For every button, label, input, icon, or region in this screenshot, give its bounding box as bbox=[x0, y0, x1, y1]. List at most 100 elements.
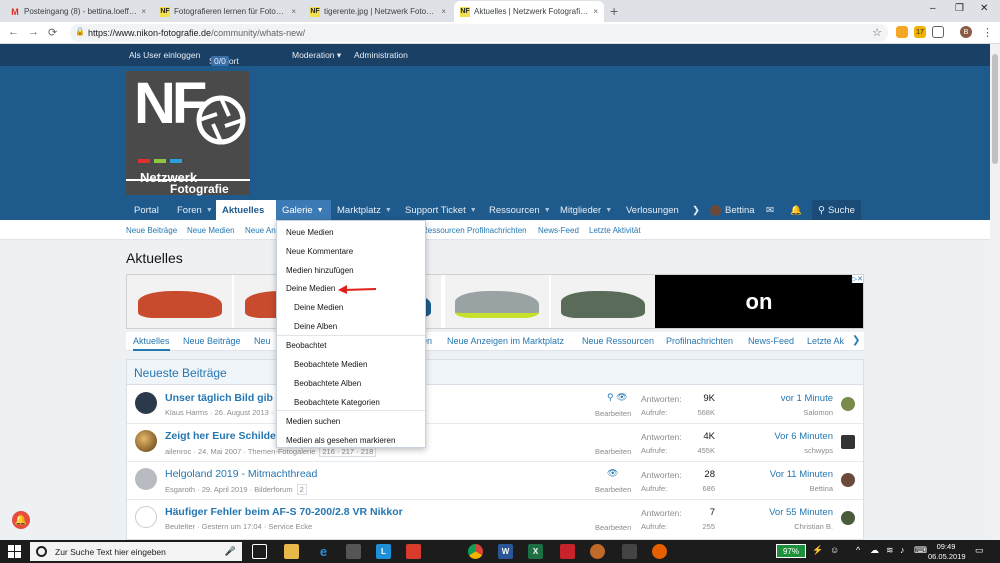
avatar[interactable] bbox=[135, 468, 157, 490]
menu-item-neue-medien[interactable]: Neue Medien bbox=[286, 228, 334, 237]
last-poster[interactable]: Salomon bbox=[737, 408, 833, 417]
keyboard-icon[interactable]: ⌨ bbox=[914, 545, 927, 556]
subnav-ressourcen[interactable]: Ressourcen bbox=[422, 226, 465, 235]
inbox-icon[interactable]: ✉ bbox=[760, 200, 780, 220]
extension-badge-icon[interactable]: 17 bbox=[914, 26, 926, 38]
bookmark-star-icon[interactable]: ☆ bbox=[872, 26, 882, 39]
battery-indicator[interactable]: 97% bbox=[776, 544, 806, 558]
last-poster[interactable]: Christian B. bbox=[737, 522, 833, 531]
edit-link[interactable]: Bearbeiten bbox=[595, 409, 631, 418]
file-explorer-icon[interactable] bbox=[284, 544, 299, 559]
menu-item-medien-als-gesehen[interactable]: Medien als gesehen markieren bbox=[286, 436, 395, 445]
menu-item-beobachtet-header[interactable]: Beobachtet bbox=[286, 341, 326, 350]
last-post-time[interactable]: Vor 6 Minuten bbox=[737, 431, 833, 442]
last-poster[interactable]: Bettina bbox=[737, 484, 833, 493]
moderation-link[interactable]: Moderation ▾ bbox=[292, 50, 341, 61]
nav-verlosungen[interactable]: Verlosungen bbox=[620, 200, 685, 220]
last-poster-avatar[interactable] bbox=[841, 473, 855, 487]
nav-marktplatz[interactable]: Marktplatz ▼ bbox=[331, 200, 398, 220]
app-icon[interactable] bbox=[622, 544, 637, 559]
tab-close-icon[interactable]: × bbox=[141, 7, 146, 16]
menu-item-beobachtete-medien[interactable]: Beobachtete Medien bbox=[294, 360, 367, 369]
tab-letzte-aktivitaet[interactable]: Letzte Ak bbox=[807, 336, 844, 346]
subnav-news-feed[interactable]: News-Feed bbox=[538, 226, 579, 235]
thread-title[interactable]: Zeigt her Eure Schilder bbox=[165, 430, 280, 442]
edit-link[interactable]: Bearbeiten bbox=[595, 447, 631, 456]
tab-aktuelles[interactable]: Aktuelles bbox=[133, 336, 170, 351]
power-icon[interactable]: ⚡ bbox=[812, 545, 823, 556]
adchoices-icon[interactable]: ▷✕ bbox=[851, 275, 863, 283]
tab-news-feed[interactable]: News-Feed bbox=[748, 336, 794, 346]
extension-icon[interactable] bbox=[932, 26, 944, 38]
menu-item-beobachtete-kategorien[interactable]: Beobachtete Kategorien bbox=[294, 398, 380, 407]
maximize-button[interactable]: ❐ bbox=[955, 3, 964, 14]
last-poster-avatar[interactable] bbox=[841, 397, 855, 411]
edge-icon[interactable]: e bbox=[316, 544, 331, 559]
nav-portal[interactable]: Portal bbox=[128, 200, 165, 220]
tab-neue-anzeigen[interactable]: Neue Anzeigen im Marktplatz bbox=[447, 336, 564, 346]
cloud-icon[interactable]: ☁ bbox=[870, 545, 879, 556]
acrobat-icon[interactable] bbox=[560, 544, 575, 559]
app-icon[interactable] bbox=[406, 544, 421, 559]
nav-galerie[interactable]: Galerie ▼ bbox=[276, 200, 331, 220]
firefox-icon[interactable] bbox=[652, 544, 667, 559]
tab-close-icon[interactable]: × bbox=[441, 7, 446, 16]
app-l-icon[interactable]: L bbox=[376, 544, 391, 559]
browser-tab-aktuelles[interactable]: NF Aktuelles | Netzwerk Fotografie - f × bbox=[454, 1, 604, 22]
people-icon[interactable]: ☺ bbox=[830, 545, 839, 555]
windows-start-icon[interactable] bbox=[8, 545, 21, 558]
nav-more-button[interactable]: ❯ bbox=[686, 200, 706, 220]
avatar[interactable] bbox=[135, 392, 157, 414]
tray-overflow-icon[interactable]: ^ bbox=[856, 545, 860, 555]
back-button[interactable]: ← bbox=[8, 26, 19, 38]
subnav-profilnachrichten[interactable]: Profilnachrichten bbox=[467, 226, 527, 235]
forward-button[interactable]: → bbox=[28, 26, 39, 38]
last-post-time[interactable]: Vor 55 Minuten bbox=[737, 507, 833, 518]
page-scrollbar[interactable] bbox=[990, 44, 1000, 540]
tab-neue-beitraege[interactable]: Neue Beiträge bbox=[183, 336, 241, 346]
tab-profilnachrichten[interactable]: Profilnachrichten bbox=[666, 336, 733, 346]
subnav-neue-medien[interactable]: Neue Medien bbox=[187, 226, 235, 235]
subnav-neue-anzeigen[interactable]: Neue An bbox=[245, 226, 276, 235]
action-center-icon[interactable]: ▭ bbox=[975, 545, 984, 556]
browser-tab-gmail[interactable]: M Posteingang (8) - bettina.loeffler × bbox=[4, 1, 152, 22]
scrollbar-thumb[interactable] bbox=[992, 54, 998, 164]
new-tab-button[interactable]: + bbox=[610, 3, 618, 19]
menu-item-medien-hinzufuegen[interactable]: Medien hinzufügen bbox=[286, 266, 354, 275]
menu-item-medien-suchen[interactable]: Medien suchen bbox=[286, 417, 340, 426]
browser-tab-tigerente[interactable]: NF tigerente.jpg | Netzwerk Fotografie × bbox=[304, 1, 452, 22]
volume-icon[interactable]: ♪ bbox=[900, 545, 905, 555]
tab-close-icon[interactable]: × bbox=[291, 7, 296, 16]
task-view-icon[interactable] bbox=[252, 544, 267, 559]
thread-title[interactable]: Häufiger Fehler beim AF-S 70-200/2.8 VR … bbox=[165, 506, 403, 518]
last-poster-avatar[interactable] bbox=[841, 435, 855, 449]
extension-icon[interactable] bbox=[896, 26, 908, 38]
nav-ressourcen[interactable]: Ressourcen ▼ bbox=[483, 200, 557, 220]
menu-item-deine-alben[interactable]: Deine Alben bbox=[294, 322, 337, 331]
app-icon[interactable] bbox=[590, 544, 605, 559]
network-icon[interactable]: ≋ bbox=[886, 545, 894, 556]
block-title[interactable]: Neueste Beiträge bbox=[134, 366, 227, 380]
last-post-time[interactable]: Vor 11 Minuten bbox=[737, 469, 833, 480]
thread-row[interactable]: Unser täglich Bild gib Klaus Harms · 26.… bbox=[127, 386, 863, 424]
nav-aktuelles[interactable]: Aktuelles bbox=[216, 200, 276, 220]
tab-close-icon[interactable]: × bbox=[593, 7, 598, 16]
advertisement-banner[interactable]: on ▷✕ bbox=[126, 274, 864, 329]
word-icon[interactable]: W bbox=[498, 544, 513, 559]
profile-avatar[interactable]: B bbox=[960, 26, 972, 38]
browser-tab-fotografieren[interactable]: NF Fotografieren lernen für Fotografen × bbox=[154, 1, 302, 22]
tab-neue-medien[interactable]: Neu bbox=[254, 336, 271, 346]
nav-mitglieder[interactable]: Mitglieder ▼ bbox=[554, 200, 618, 220]
nav-support-ticket[interactable]: Support Ticket ▼ bbox=[399, 200, 483, 220]
last-poster[interactable]: schwyps bbox=[737, 446, 833, 455]
administration-link[interactable]: Administration bbox=[354, 50, 408, 60]
taskbar-clock[interactable]: 09:49 06.05.2019 bbox=[928, 542, 966, 562]
notification-bell-icon[interactable]: 🔔 bbox=[12, 511, 30, 529]
last-post-time[interactable]: vor 1 Minute bbox=[737, 393, 833, 404]
edit-link[interactable]: Bearbeiten bbox=[595, 485, 631, 494]
login-as-user-link[interactable]: Als User einloggen bbox=[129, 50, 200, 60]
user-menu[interactable]: Bettina bbox=[704, 200, 761, 220]
avatar[interactable] bbox=[135, 506, 157, 528]
site-logo[interactable]: NF Netzwerk Fotografie bbox=[126, 71, 250, 196]
microphone-icon[interactable]: 🎤 bbox=[225, 546, 236, 557]
